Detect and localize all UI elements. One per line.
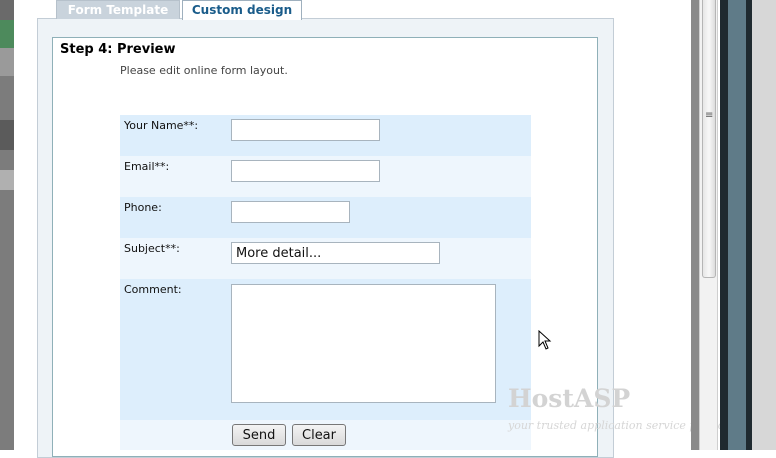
email-input[interactable] [231, 160, 380, 182]
clear-button[interactable]: Clear [292, 424, 346, 446]
tab-form-template[interactable]: Form Template [56, 0, 180, 19]
scrollbar-thumb[interactable] [702, 0, 716, 278]
grip-icon: ≡ [705, 110, 714, 121]
arrow-cursor-icon [538, 330, 552, 350]
watermark-logo: HostASP [508, 384, 631, 413]
tab-custom-design[interactable]: Custom design [182, 0, 302, 20]
window-border [691, 0, 699, 450]
background-window-left [0, 0, 14, 450]
phone-label: Phone: [124, 201, 162, 214]
send-button[interactable]: Send [232, 424, 286, 446]
subject-label: Subject**: [124, 242, 180, 255]
background-window-right [720, 0, 776, 450]
comment-label: Comment: [124, 283, 182, 296]
step-description: Please edit online form layout. [120, 64, 288, 77]
name-input[interactable] [231, 119, 380, 141]
comment-textarea[interactable] [231, 284, 496, 403]
subject-input[interactable] [231, 242, 440, 264]
phone-input[interactable] [231, 201, 350, 223]
name-label: Your Name**: [124, 119, 199, 132]
step-title: Step 4: Preview [60, 42, 176, 57]
email-label: Email**: [124, 160, 170, 173]
